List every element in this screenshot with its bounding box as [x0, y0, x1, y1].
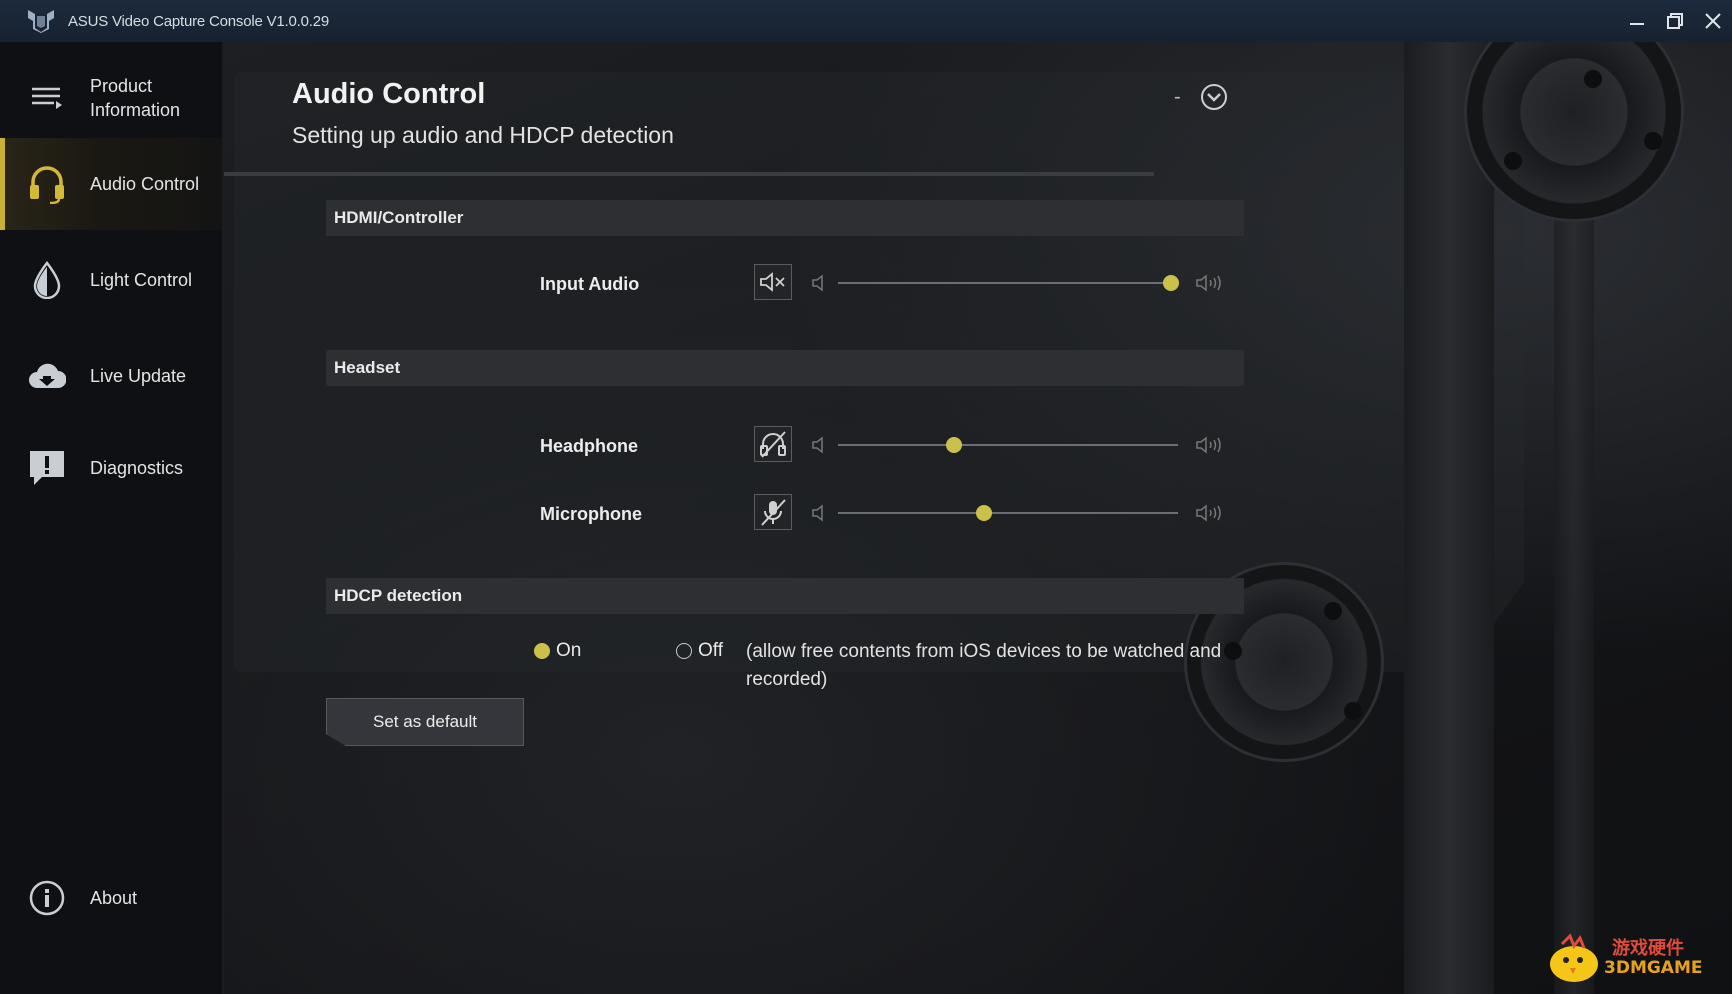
collapse-control[interactable]: -: [1174, 82, 1229, 112]
sidebar-item-product-information[interactable]: Product Information: [0, 52, 222, 144]
microphone-label: Microphone: [540, 504, 642, 524]
info-circle-icon: [26, 877, 68, 919]
sidebar-item-label: Product Information: [90, 76, 181, 120]
light-drop-icon: [26, 259, 68, 301]
radio-unselected-icon: [676, 643, 692, 659]
alert-chat-icon: [26, 447, 68, 489]
chevron-down-circle-icon[interactable]: [1199, 82, 1229, 112]
hdcp-note: (allow free contents from iOS devices to…: [746, 641, 1222, 690]
watermark-en: 3DMGAME: [1604, 958, 1703, 978]
menu-list-icon: [26, 77, 68, 119]
section-header-hdcp-detection: HDCP detection: [326, 578, 1244, 614]
volume-low-icon: [812, 274, 823, 292]
microphone-muted-icon: [761, 499, 786, 526]
collapse-dash: -: [1174, 85, 1181, 108]
input-audio-mute-button[interactable]: [754, 264, 792, 300]
hdcp-off-radio[interactable]: Off: [676, 640, 723, 662]
page-title: Audio Control: [292, 78, 486, 110]
slider-thumb[interactable]: [945, 437, 962, 453]
set-as-default-button[interactable]: Set as default: [326, 698, 524, 746]
sidebar-item-label: Live Update: [90, 366, 187, 386]
watermark: 游戏硬件 3DMGAME: [1544, 932, 1714, 986]
speaker-mute-icon: [760, 272, 785, 292]
volume-low-icon: [812, 504, 823, 522]
chick-mascot-icon: [1550, 933, 1598, 982]
volume-high-icon: [1196, 274, 1221, 292]
sidebar-item-audio-control[interactable]: Audio Control: [0, 138, 222, 230]
radio-label: On: [556, 640, 582, 661]
watermark-cn: 游戏硬件: [1612, 938, 1684, 959]
background-bolt: [1644, 132, 1662, 150]
section-header-hdmi-controller: HDMI/Controller: [326, 200, 1244, 236]
sidebar-item-label: About: [90, 888, 138, 908]
maximize-icon[interactable]: [1656, 0, 1694, 42]
headphone-label: Headphone: [540, 436, 639, 456]
sidebar-item-about[interactable]: About: [0, 852, 222, 944]
volume-high-icon: [1196, 504, 1221, 522]
title-bar: ASUS Video Capture Console V1.0.0.29: [0, 0, 1732, 42]
radio-label: Off: [698, 640, 723, 661]
background-bolt: [1324, 602, 1342, 620]
sidebar-item-light-control[interactable]: Light Control: [0, 234, 222, 326]
minimize-icon[interactable]: [1618, 0, 1656, 42]
sidebar: Product Information Audio Control Light …: [0, 42, 224, 994]
background-pipe: [1404, 42, 1494, 994]
volume-high-icon: [1196, 436, 1221, 454]
headset-icon: [26, 163, 68, 205]
background-bolt: [1344, 702, 1362, 720]
sidebar-item-label: Audio Control: [90, 174, 200, 194]
page-subtitle: Setting up audio and HDCP detection: [292, 122, 674, 148]
radio-selected-icon: [534, 643, 550, 659]
sidebar-item-label: Diagnostics: [90, 458, 184, 478]
headphone-mute-button[interactable]: [754, 426, 792, 462]
headphone-muted-icon: [760, 431, 786, 458]
input-audio-label: Input Audio: [540, 274, 640, 294]
hdcp-on-radio[interactable]: On: [534, 640, 581, 662]
header-divider: [224, 172, 1154, 176]
main-panel: Audio Control Setting up audio and HDCP …: [224, 42, 1732, 994]
section-header-headset: Headset: [326, 350, 1244, 386]
input-audio-slider[interactable]: [838, 275, 1180, 291]
tuf-logo-icon: [20, 0, 62, 42]
window-title: ASUS Video Capture Console V1.0.0.29: [68, 12, 330, 30]
cloud-download-icon: [26, 355, 68, 397]
sidebar-item-live-update[interactable]: Live Update: [0, 330, 222, 422]
headphone-slider[interactable]: [838, 437, 1178, 453]
sidebar-item-label: Light Control: [90, 270, 193, 290]
volume-low-icon: [812, 436, 823, 454]
background-bolt: [1584, 70, 1602, 88]
microphone-slider[interactable]: [838, 505, 1178, 521]
microphone-mute-button[interactable]: [754, 494, 792, 530]
close-icon[interactable]: [1694, 0, 1732, 42]
background-bolt: [1504, 152, 1522, 170]
sidebar-item-diagnostics[interactable]: Diagnostics: [0, 422, 222, 514]
background-bolt: [1224, 642, 1242, 660]
